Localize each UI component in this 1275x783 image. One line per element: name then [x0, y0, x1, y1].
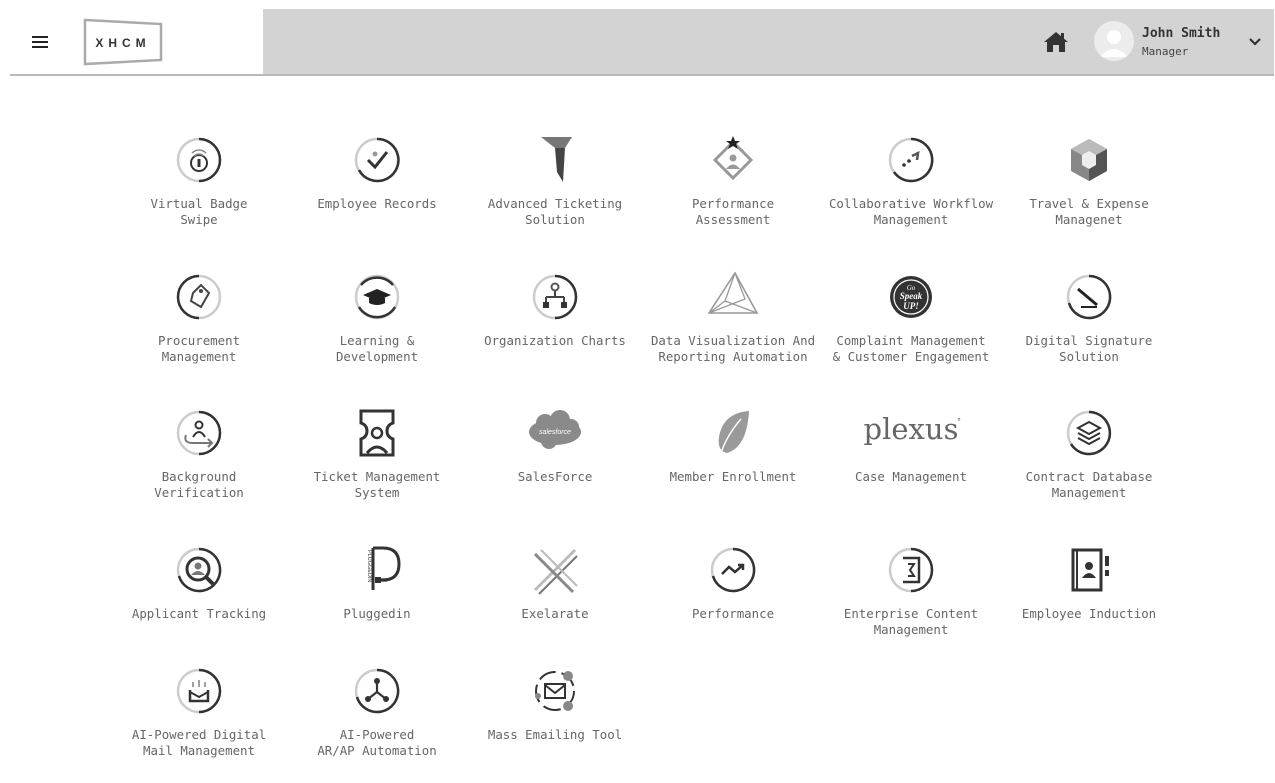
app-tile-background-verification[interactable]: Background Verification: [110, 405, 288, 525]
app-tile-mass-emailing-tool[interactable]: Mass Emailing Tool: [466, 663, 644, 783]
trend-dial-icon: [710, 547, 756, 593]
app-tile-organization-charts[interactable]: Organization Charts: [466, 269, 644, 389]
salesforce-cloud-icon: salesforce: [529, 410, 581, 449]
svg-text:UP!: UP!: [903, 301, 919, 311]
app-tile-digital-signature-solution[interactable]: Digital Signature Solution: [1000, 269, 1178, 389]
nodes-dial-icon: [354, 668, 400, 714]
app-grid: Virtual Badge Swipe Employee Records Adv…: [110, 132, 1200, 762]
tag-icon: [176, 274, 222, 320]
app-label: Performance: [691, 606, 775, 621]
app-tile-collaborative-workflow-management[interactable]: Collaborative Workflow Management: [822, 132, 1000, 252]
app-label: Performance Assessment: [691, 196, 775, 227]
org-chart-icon: [532, 274, 578, 320]
home-icon[interactable]: [1042, 30, 1070, 54]
hamburger-menu-icon[interactable]: [29, 33, 51, 51]
app-label: Complaint Management & Customer Engageme…: [832, 333, 990, 364]
document-dial-icon: [888, 547, 934, 593]
workflow-dial-icon: [888, 137, 934, 183]
app-label: Collaborative Workflow Management: [828, 196, 994, 227]
app-tile-advanced-ticketing-solution[interactable]: Advanced Ticketing Solution: [466, 132, 644, 252]
svg-text:salesforce: salesforce: [539, 429, 571, 436]
badge-swipe-icon: [176, 137, 222, 183]
app-tile-ticket-management-system[interactable]: Ticket Management System: [288, 405, 466, 525]
app-label: Member Enrollment: [669, 469, 797, 484]
id-book-icon: [1071, 548, 1109, 592]
app-tile-learning-development[interactable]: Learning & Development: [288, 269, 466, 389]
app-label: Travel & Expense Managenet: [1029, 196, 1149, 227]
avatar[interactable]: [1094, 21, 1134, 61]
app-label: Advanced Ticketing Solution: [487, 196, 623, 227]
app-label: Organization Charts: [484, 333, 626, 348]
app-label: Digital Signature Solution: [1025, 333, 1153, 364]
app-label: Ticket Management System: [313, 469, 441, 500]
app-tile-travel-expense-managenet[interactable]: Travel & Expense Managenet: [1000, 132, 1178, 252]
go-speak-up-badge-icon: Go Speak UP!: [890, 276, 932, 318]
leaf-icon: [718, 411, 749, 454]
app-tile-applicant-tracking[interactable]: Applicant Tracking: [110, 542, 288, 662]
cross-arrows-icon: [533, 548, 578, 595]
app-tile-performance[interactable]: Performance: [644, 542, 822, 662]
svg-text:plexus: plexus: [864, 412, 959, 446]
svg-text:°: °: [957, 417, 961, 426]
ticket-person-icon: [359, 409, 395, 457]
pluggedin-logo-icon: PLUGGEDIN: [366, 546, 401, 590]
app-tile-employee-induction[interactable]: Employee Induction: [1000, 542, 1178, 662]
app-label: Background Verification: [154, 469, 244, 500]
app-label: Employee Induction: [1021, 606, 1157, 621]
svg-text:Speak: Speak: [900, 291, 923, 301]
user-role: Manager: [1142, 45, 1189, 58]
app-label: AI-Powered AR/AP Automation: [317, 727, 437, 758]
user-silhouette-icon: [1100, 30, 1128, 57]
app-tile-exelarate[interactable]: Exelarate: [466, 542, 644, 662]
checkmark-dial-icon: [354, 137, 400, 183]
app-label: Virtual Badge Swipe: [150, 196, 248, 227]
star-diamond-icon: [712, 136, 754, 181]
app-label: AI-Powered Digital Mail Management: [131, 727, 267, 758]
app-tile-salesforce[interactable]: salesforce SalesForce: [466, 405, 644, 525]
layers-icon: [1066, 410, 1112, 456]
svg-text:PLUGGEDIN: PLUGGEDIN: [366, 550, 372, 582]
app-label: Procurement Management: [157, 333, 241, 364]
top-bar-divider: [10, 74, 1274, 76]
pyramid-chart-icon: [707, 271, 759, 314]
app-tile-contract-database-management[interactable]: Contract Database Management: [1000, 405, 1178, 525]
app-tile-enterprise-content-management[interactable]: Enterprise Content Management: [822, 542, 1000, 662]
xhcm-logo[interactable]: XHCM: [83, 17, 163, 67]
hexagon-logo-icon: [1071, 139, 1107, 181]
mail-tray-icon: [176, 668, 222, 714]
app-tile-procurement-management[interactable]: Procurement Management: [110, 269, 288, 389]
app-label: Applicant Tracking: [131, 606, 267, 621]
app-label: SalesForce: [517, 469, 593, 484]
app-label: Data Visualization And Reporting Automat…: [650, 333, 816, 364]
user-name: John Smith: [1142, 26, 1221, 41]
app-tile-complaint-management[interactable]: Go Speak UP! Complaint Management & Cust…: [822, 269, 1000, 389]
signature-pen-icon: [1066, 274, 1112, 320]
app-label: Enterprise Content Management: [843, 606, 979, 637]
app-label: Contract Database Management: [1025, 469, 1153, 500]
orbit-mail-icon: [535, 671, 575, 711]
app-label: Learning & Development: [335, 333, 419, 364]
magnifier-person-icon: [176, 547, 222, 593]
app-label: Mass Emailing Tool: [487, 727, 623, 742]
app-label: Case Management: [855, 469, 967, 484]
ticketing-logo-icon: [541, 137, 572, 182]
plexus-wordmark-icon: plexus °: [864, 412, 961, 446]
graduation-cap-icon: [354, 274, 400, 320]
chevron-down-icon[interactable]: [1247, 33, 1263, 49]
app-tile-pluggedin[interactable]: PLUGGEDIN Pluggedin: [288, 542, 466, 662]
app-tile-employee-records[interactable]: Employee Records: [288, 132, 466, 252]
app-tile-member-enrollment[interactable]: Member Enrollment: [644, 405, 822, 525]
logo-text: XHCM: [95, 36, 150, 50]
app-tile-virtual-badge-swipe[interactable]: Virtual Badge Swipe: [110, 132, 288, 252]
app-label: Employee Records: [317, 196, 437, 211]
app-tile-ai-powered-ar-ap-automation[interactable]: AI-Powered AR/AP Automation: [288, 663, 466, 783]
person-verify-icon: [176, 410, 222, 456]
app-label: Exelarate: [521, 606, 589, 621]
app-tile-performance-assessment[interactable]: Performance Assessment: [644, 132, 822, 252]
app-tile-case-management[interactable]: plexus ° Case Management: [822, 405, 1000, 525]
app-label: Pluggedin: [343, 606, 411, 621]
top-bar: XHCM John Smith Manager: [10, 9, 1274, 74]
app-tile-ai-powered-digital-mail-management[interactable]: AI-Powered Digital Mail Management: [110, 663, 288, 783]
app-tile-data-visualization-reporting[interactable]: Data Visualization And Reporting Automat…: [644, 269, 822, 389]
